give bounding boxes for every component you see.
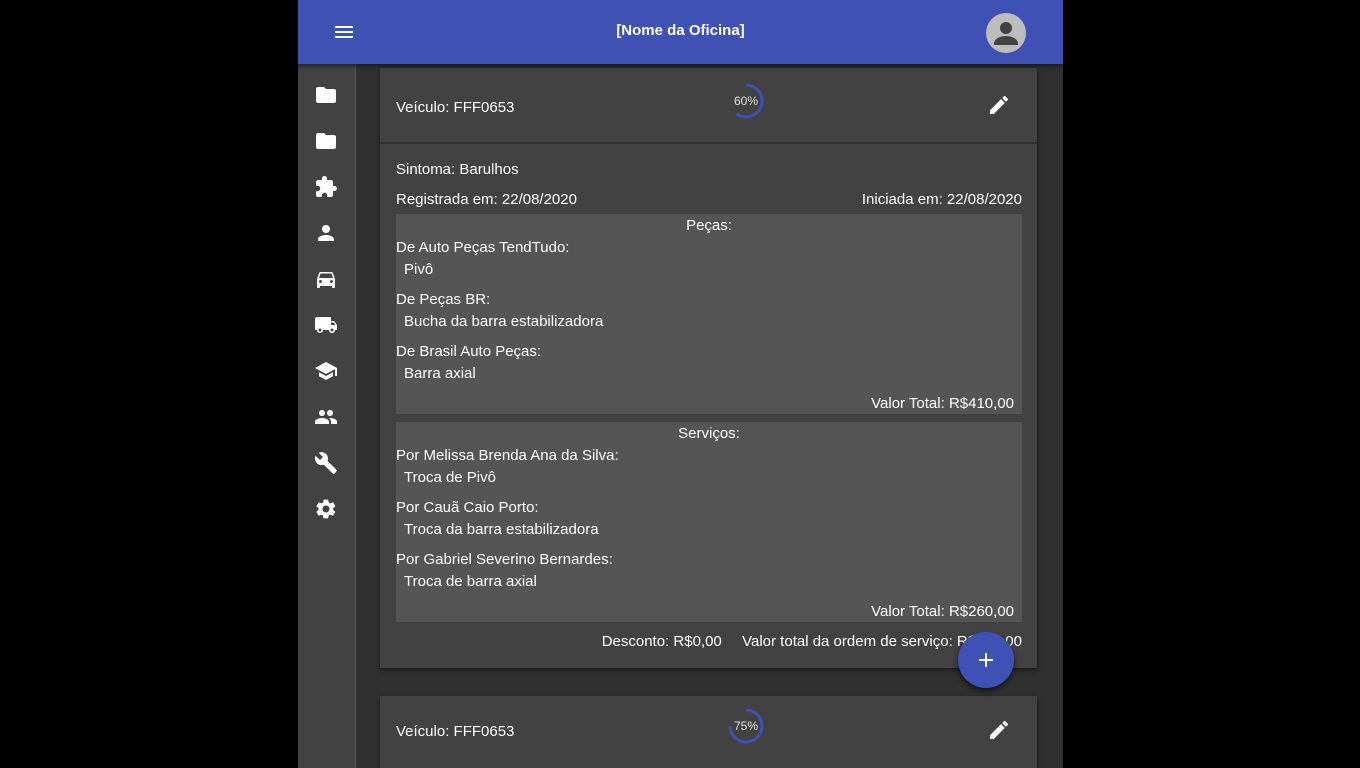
divider [380, 142, 1037, 144]
account-avatar-icon[interactable] [986, 13, 1026, 53]
part-item: Bucha da barra estabilizadora [404, 313, 604, 330]
service-item: Troca de Pivô [404, 469, 496, 486]
gear-icon[interactable] [314, 497, 338, 521]
navigation-sidebar [298, 64, 356, 768]
app-title: [Nome da Oficina] [616, 22, 745, 39]
service-order-card: Veículo: FFF0653 60% Sintoma: Barulhos R… [380, 68, 1037, 668]
card-header[interactable]: Veículo: FFF0653 75% [380, 696, 1037, 768]
services-section: Serviços: Por Melissa Brenda Ana da Silv… [396, 422, 1022, 622]
orders-list: Veículo: FFF0653 60% Sintoma: Barulhos R… [356, 64, 1063, 768]
vehicle-label: Veículo: FFF0653 [396, 723, 515, 740]
app-window: [Nome da Oficina] Veículo: FFF0653 60% S… [298, 0, 1063, 768]
started-date: Iniciada em: 22/08/2020 [861, 191, 1022, 208]
folder-icon[interactable] [314, 83, 338, 107]
people-icon[interactable] [314, 405, 338, 429]
service-item: Troca da barra estabilizadora [404, 521, 599, 538]
mechanic-label: Por Gabriel Severino Bernardes: [396, 551, 613, 568]
plus-icon [979, 653, 993, 667]
truck-icon[interactable] [314, 313, 338, 337]
car-icon[interactable] [314, 267, 338, 291]
part-item: Barra axial [404, 365, 476, 382]
folder-icon[interactable] [314, 129, 338, 153]
order-summary: Desconto: R$0,00 Valor total da ordem de… [602, 633, 1022, 650]
progress-percent: 75% [733, 719, 759, 733]
supplier-label: De Peças BR: [396, 291, 491, 308]
symptom-text: Sintoma: Barulhos [396, 161, 519, 178]
parts-total: Valor Total: R$410,00 [871, 395, 1014, 412]
edit-icon[interactable] [987, 718, 1011, 742]
supplier-label: De Auto Peças TendTudo: [396, 239, 570, 256]
person-icon[interactable] [314, 221, 338, 245]
progress-ring: 75% [726, 706, 766, 746]
edit-icon[interactable] [987, 93, 1011, 117]
extension-icon[interactable] [314, 175, 338, 199]
services-header: Serviços: [678, 425, 740, 442]
card-header[interactable]: Veículo: FFF0653 60% [380, 68, 1037, 142]
add-order-button[interactable] [958, 632, 1014, 688]
discount-text: Desconto: R$0,00 [601, 633, 722, 650]
part-item: Pivô [404, 261, 434, 278]
school-icon[interactable] [314, 359, 338, 383]
progress-percent: 60% [733, 94, 759, 108]
mechanic-label: Por Melissa Brenda Ana da Silva: [396, 447, 619, 464]
supplier-label: De Brasil Auto Peças: [396, 343, 542, 360]
service-item: Troca de barra axial [404, 573, 537, 590]
service-order-card: Veículo: FFF0653 75% [380, 696, 1037, 768]
vehicle-label: Veículo: FFF0653 [396, 99, 515, 116]
services-total: Valor Total: R$260,00 [871, 603, 1014, 620]
parts-section: Peças: De Auto Peças TendTudo: Pivô De P… [396, 214, 1022, 414]
registered-date: Registrada em: 22/08/2020 [396, 191, 577, 208]
mechanic-label: Por Cauã Caio Porto: [396, 499, 539, 516]
top-app-bar: [Nome da Oficina] [298, 0, 1063, 64]
wrench-icon[interactable] [314, 451, 338, 475]
parts-header: Peças: [686, 217, 732, 234]
progress-ring: 60% [726, 81, 766, 121]
